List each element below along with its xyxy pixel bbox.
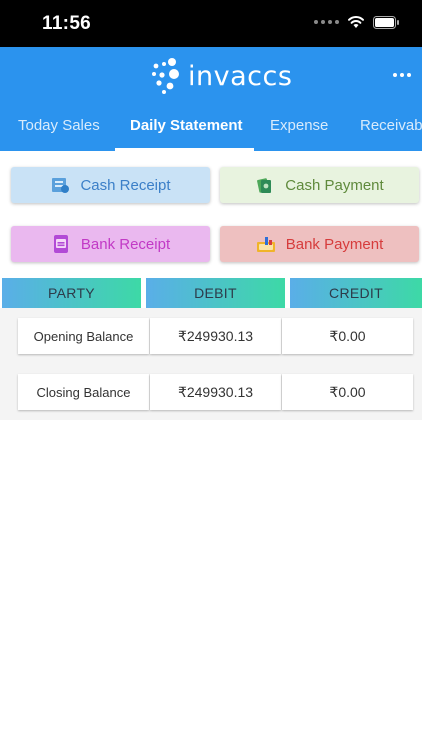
tab-bar: Today Sales Daily Statement Expense Rece…	[0, 107, 422, 151]
bank-payment-button[interactable]: Bank Payment	[220, 226, 419, 262]
bank-receipt-icon	[53, 235, 68, 253]
debit-cell: ₹249930.13	[150, 374, 281, 410]
cellular-signal-icon	[314, 20, 339, 24]
cash-receipt-icon	[52, 178, 70, 193]
active-tab-indicator	[115, 148, 254, 151]
status-icons	[314, 15, 400, 29]
more-options-icon[interactable]	[392, 65, 412, 85]
tab-today-sales[interactable]: Today Sales	[18, 107, 100, 151]
invaccs-logo-icon	[152, 58, 179, 94]
status-time: 11:56	[42, 13, 92, 34]
wifi-icon	[348, 15, 364, 28]
column-header-party: PARTY	[2, 278, 141, 308]
cash-payment-label: Cash Payment	[285, 176, 384, 194]
bank-payment-label: Bank Payment	[285, 235, 384, 253]
bank-receipt-button[interactable]: Bank Receipt	[11, 226, 210, 262]
status-bar: 11:56	[0, 0, 422, 47]
column-header-debit: DEBIT	[146, 278, 285, 308]
party-cell: Closing Balance	[18, 374, 149, 410]
tab-daily-statement[interactable]: Daily Statement	[130, 107, 243, 151]
party-cell: Opening Balance	[18, 318, 149, 354]
app-logo: invaccs	[150, 56, 292, 96]
cash-payment-button[interactable]: Cash Payment	[220, 167, 419, 203]
app-header: invaccs Today Sales Daily Statement Expe…	[0, 47, 422, 151]
credit-cell: ₹0.00	[282, 318, 413, 354]
cash-receipt-button[interactable]: Cash Receipt	[11, 167, 210, 203]
statement-table: Opening Balance ₹249930.13 ₹0.00 Closing…	[0, 308, 422, 420]
cash-payment-icon	[257, 178, 272, 193]
debit-cell: ₹249930.13	[150, 318, 281, 354]
cash-receipt-label: Cash Receipt	[80, 176, 171, 194]
column-header-credit: CREDIT	[290, 278, 422, 308]
tab-receivables[interactable]: Receivab	[360, 107, 422, 151]
bank-payment-icon	[256, 237, 275, 252]
credit-cell: ₹0.00	[282, 374, 413, 410]
bank-receipt-label: Bank Receipt	[80, 235, 171, 253]
battery-icon	[373, 15, 399, 29]
brand-name: invaccs	[188, 60, 293, 92]
tab-expense[interactable]: Expense	[270, 107, 328, 151]
